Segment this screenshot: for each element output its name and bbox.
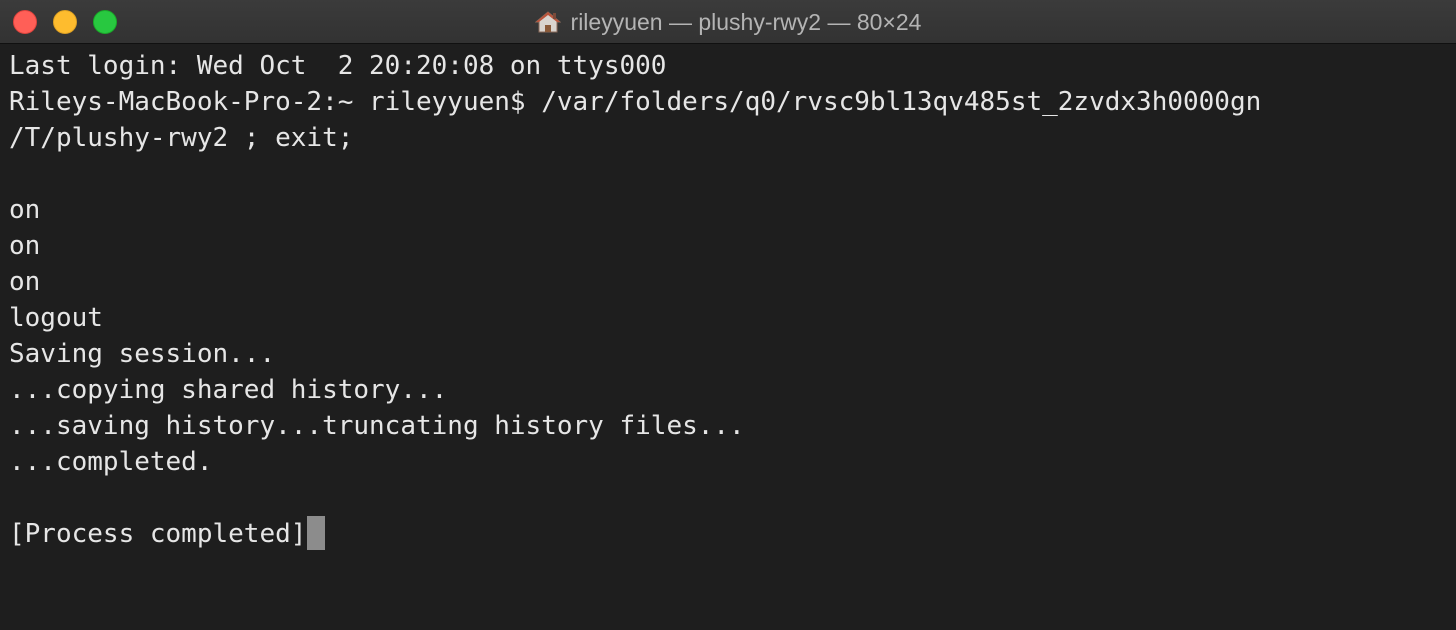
terminal-window: rileyyuen — plushy-rwy2 — 80×24 Last log… (0, 0, 1456, 630)
terminal-line: ...completed. (9, 447, 213, 477)
window-title-container: rileyyuen — plushy-rwy2 — 80×24 (0, 0, 1456, 44)
text-cursor (307, 516, 326, 550)
terminal-line: Last login: Wed Oct 2 20:20:08 on ttys00… (9, 51, 667, 81)
window-title: rileyyuen — plushy-rwy2 — 80×24 (570, 8, 922, 35)
terminal-output[interactable]: Last login: Wed Oct 2 20:20:08 on ttys00… (9, 48, 1449, 626)
terminal-line: on (9, 267, 41, 297)
terminal-line-last: [Process completed] (9, 516, 1449, 552)
terminal-line: ...copying shared history... (9, 375, 448, 405)
terminal-line: logout (9, 303, 103, 333)
terminal-line: Rileys-MacBook-Pro-2:~ rileyyuen$ /var/f… (9, 87, 1262, 117)
terminal-line: on (9, 231, 41, 261)
terminal-line: /T/plushy-rwy2 ; exit; (9, 123, 354, 153)
home-icon (534, 10, 561, 34)
terminal-line: ...saving history...truncating history f… (9, 411, 745, 441)
terminal-line: on (9, 195, 41, 225)
process-completed-text: [Process completed] (9, 519, 307, 549)
terminal-line: Saving session... (9, 339, 276, 369)
title-bar[interactable]: rileyyuen — plushy-rwy2 — 80×24 (0, 0, 1456, 44)
